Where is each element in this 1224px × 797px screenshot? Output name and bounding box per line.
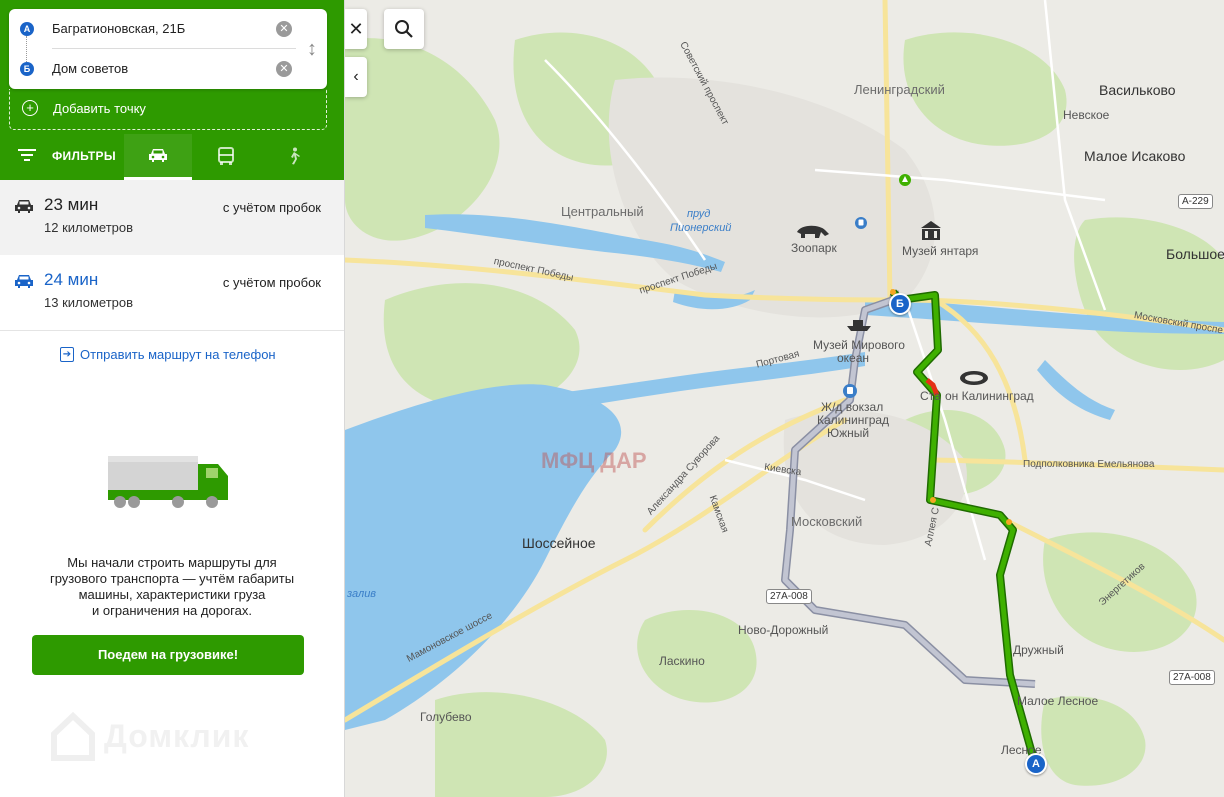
railway-station-icon (843, 384, 857, 398)
place-label: Дружный (1013, 643, 1064, 657)
search-icon (395, 20, 413, 38)
clear-point-a-icon[interactable]: ✕ (276, 21, 292, 37)
send-route-label: Отправить маршрут на телефон (80, 347, 276, 362)
promo-line-3: машины, характеристики груза (78, 587, 266, 602)
mode-car-tab[interactable] (124, 134, 192, 180)
route-header: А Багратионовская, 21Б ✕ Б Дом советов ✕… (0, 0, 344, 180)
poi-label: Музей янтаря (902, 244, 979, 258)
route-2-distance: 13 километров (44, 295, 134, 310)
car-icon (15, 275, 33, 288)
district-label: Центральный (561, 204, 644, 219)
clear-point-b-icon[interactable]: ✕ (276, 61, 292, 77)
filters-button[interactable]: ФИЛЬТРЫ (52, 149, 116, 163)
route-2-time: 24 мин (44, 270, 99, 289)
route-points-box: А Багратионовская, 21Б ✕ Б Дом советов ✕… (9, 9, 327, 89)
museum-icon (921, 221, 941, 240)
route-1-time: 23 мин (44, 195, 99, 214)
send-to-phone-icon: ➔ (60, 347, 74, 362)
point-a-input[interactable]: Багратионовская, 21Б (52, 21, 185, 36)
point-b-input[interactable]: Дом советов (52, 61, 128, 76)
poi-label: океан (837, 351, 870, 365)
place-label: Малое Исаково (1084, 148, 1186, 164)
water-label: Пионерский (670, 222, 732, 234)
road-label: Подполковника Емельянова (1023, 459, 1155, 470)
place-label: Васильково (1099, 82, 1176, 98)
place-label: Голубево (420, 710, 472, 724)
zoo-icon (797, 225, 829, 238)
truck-promo-text: Мы начали строить маршруты для грузового… (20, 555, 324, 619)
transport-modes: ФИЛЬТРЫ (0, 134, 344, 180)
road-shield: 27A-008 (1169, 670, 1215, 685)
car-icon (149, 149, 167, 162)
car-icon (15, 200, 33, 213)
place-label: Невское (1063, 108, 1110, 122)
poi-label: Зоопарк (791, 241, 837, 255)
collapse-panel-icon[interactable]: ‹ (345, 57, 367, 97)
point-a-badge: А (20, 22, 34, 36)
ocean-museum-icon (847, 320, 871, 331)
truck-illustration (108, 456, 228, 508)
bus-icon (218, 147, 234, 165)
swap-points-icon[interactable]: ↕ (303, 35, 321, 63)
point-b-badge: Б (20, 62, 34, 76)
plus-circle-icon: + (22, 100, 38, 116)
route-1-distance: 12 километров (44, 220, 134, 235)
poi-label: он Калининград (945, 389, 1034, 403)
map-view[interactable]: ✕ ‹ Ленинградский Центральный Московский… (345, 0, 1224, 797)
route-panel: А Багратионовская, 21Б ✕ Б Дом советов ✕… (0, 0, 345, 797)
district-label: Ленинградский (854, 82, 945, 97)
poi-label: Ста (920, 389, 941, 403)
promo-line-4: и ограничения на дорогах. (92, 603, 252, 618)
route-1-traffic-note: с учётом пробок (222, 200, 321, 215)
road-shield: A-229 (1178, 194, 1213, 209)
poi-label: Музей Мирового (813, 338, 905, 352)
domclick-logo: Домклик (50, 711, 248, 762)
place-label: Малое Лесное (1017, 694, 1099, 708)
place-label: Ново-Дорожный (738, 623, 829, 637)
brand-name: Домклик (104, 718, 250, 754)
place-label: Шоссейное (522, 535, 596, 551)
destination-marker-b[interactable]: Б (889, 293, 911, 315)
pedestrian-icon (291, 147, 300, 165)
poi-label: Южный (827, 426, 870, 440)
mode-walk-tab[interactable] (260, 134, 328, 180)
route-option-1[interactable]: 23 мин 12 километров с учётом пробок (0, 180, 344, 256)
route-2-traffic-note: с учётом пробок (222, 275, 321, 290)
mode-transit-tab[interactable] (192, 134, 260, 180)
filter-icon[interactable] (18, 149, 36, 163)
watermark-text: МФЦ ДАР (541, 448, 647, 473)
place-label: Большое (1166, 246, 1224, 262)
place-label: Ласкино (659, 654, 705, 668)
water-label: залив (347, 588, 377, 600)
route-option-2[interactable]: 24 мин 13 километров с учётом пробок (0, 255, 344, 331)
point-a-row[interactable]: А Багратионовская, 21Б ✕ (9, 9, 309, 49)
close-route-icon[interactable]: ✕ (345, 9, 367, 49)
metro-icon (855, 217, 867, 229)
district-label: Московский (791, 514, 863, 529)
truck-route-button[interactable]: Поедем на грузовике! (32, 635, 304, 675)
house-logo-icon (51, 711, 95, 761)
park-icon (899, 174, 911, 186)
point-b-row[interactable]: Б Дом советов ✕ (9, 49, 309, 89)
water-label: пруд (687, 208, 711, 220)
stadium-icon (960, 371, 988, 385)
promo-line-1: Мы начали строить маршруты для (67, 555, 277, 570)
promo-line-2: грузового транспорта — учтём габариты (49, 571, 295, 586)
poi-label: Калининград (817, 413, 890, 427)
add-point-button[interactable]: + Добавить точку (9, 89, 327, 130)
road-shield: 27A-008 (766, 589, 812, 604)
poi-label: Ж/д вокзал (821, 400, 884, 414)
origin-marker-a[interactable]: А (1025, 753, 1047, 775)
add-point-label: Добавить точку (53, 101, 146, 116)
map-search-button[interactable] (384, 9, 424, 49)
